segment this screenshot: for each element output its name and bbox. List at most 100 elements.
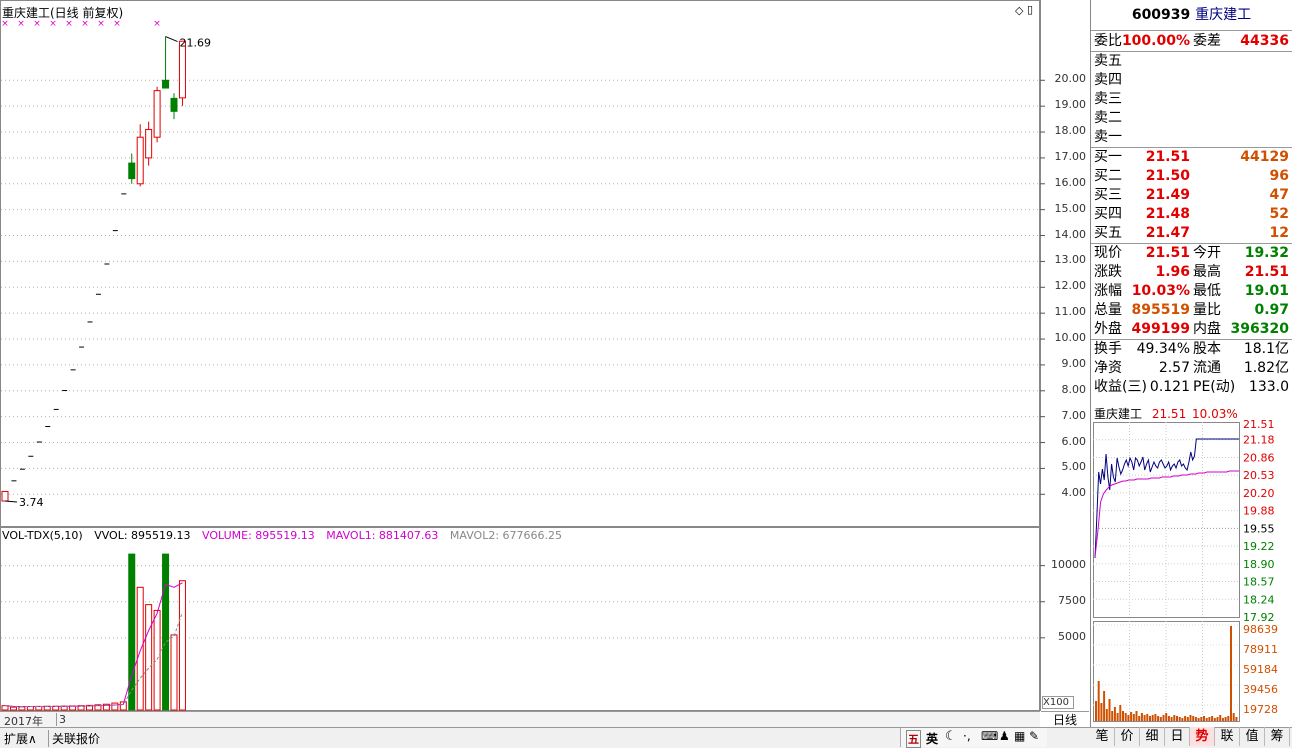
- dot-icon[interactable]: ·,: [963, 729, 971, 743]
- stat-value: 49.34%: [1136, 341, 1190, 357]
- window-toggle-icon[interactable]: ▯: [1027, 3, 1033, 16]
- vol-indicator-name: VOL-TDX(5,10): [2, 529, 83, 542]
- keyboard-icon[interactable]: ⌨: [981, 729, 998, 743]
- intraday-chart[interactable]: 重庆建工 21.51 10.03% 21.51 21.18 20.86 20.53 20…: [1091, 405, 1292, 727]
- buy-level-price: 21.48: [1145, 206, 1190, 222]
- buy-book-row[interactable]: 买二 21.50 96: [1091, 167, 1292, 186]
- intraday-svg: 21.51 21.18 20.86 20.53 20.20 19.88 19.55 19.22…: [1093, 418, 1278, 722]
- intraday-volume-bar: [1143, 715, 1146, 721]
- quote-stat-row: 涨幅 10.03% 最低 19.01: [1091, 282, 1292, 301]
- stat-value: 0.97: [1254, 302, 1289, 318]
- price-axis-tick: 18.00: [1054, 124, 1087, 138]
- wrench-icon[interactable]: ✎: [1029, 729, 1039, 743]
- stat-value: 1.96: [1155, 264, 1190, 280]
- right-tab[interactable]: 日: [1165, 727, 1190, 746]
- intraday-volume-bar: [1165, 713, 1168, 721]
- expand-tab[interactable]: 扩展∧: [4, 730, 37, 747]
- stat-value: 0.121: [1149, 379, 1190, 395]
- volume-legend: VOL-TDX(5,10) VVOL: 895519.13 VOLUME: 89…: [2, 529, 570, 542]
- buy-level-price: 21.51: [1145, 149, 1190, 165]
- intraday-volume-bar: [1216, 717, 1219, 721]
- stats-block-1: 现价 21.51 今开 19.32 涨跌 1.96 最高 21.51 涨幅 10.03% 最低 19.…: [1091, 243, 1292, 339]
- ime-wu-icon[interactable]: 五: [906, 730, 921, 748]
- right-tab[interactable]: 价: [1115, 727, 1140, 746]
- price-axis-tick: 14.00: [1054, 227, 1087, 241]
- stat-value: 10.03%: [1131, 283, 1190, 299]
- ime-english-icon[interactable]: 英: [926, 730, 938, 747]
- right-tab[interactable]: 值: [1240, 727, 1265, 746]
- price-axis-tick: 4.00: [1061, 486, 1087, 500]
- chart-title: 重庆建工(日线 前复权): [2, 6, 124, 20]
- sell-book-row[interactable]: 卖二: [1091, 109, 1292, 128]
- buy-book: 买一 21.51 44129 买二 21.50 96 买三 21.49 47 买四 21.48 52 买…: [1091, 147, 1292, 243]
- right-tabs: 笔价细日势联值筹: [1090, 727, 1292, 747]
- intraday-volume-bar: [1235, 717, 1238, 721]
- intraday-price-tick: 18.90: [1243, 558, 1275, 571]
- stock-code: 600939: [1131, 7, 1191, 23]
- intraday-volume-bar: [1127, 715, 1130, 721]
- buy-book-row[interactable]: 买三 21.49 47: [1091, 186, 1292, 205]
- volume-value: VOLUME: 895519.13: [202, 529, 315, 542]
- sell-book-row[interactable]: 卖三: [1091, 90, 1292, 109]
- weicha-label: 委差: [1193, 33, 1221, 49]
- stats-block-2: 换手 49.34% 股本 18.1亿 净资 2.57 流通 1.82亿 收益(三) 0.121 PE…: [1091, 339, 1292, 397]
- price-axis-tick: 10.00: [1054, 331, 1087, 345]
- price-axis-tick: 9.00: [1061, 356, 1087, 370]
- intraday-volume-tick: 78911: [1243, 643, 1278, 656]
- stat-value: 19.32: [1244, 245, 1289, 261]
- stat-label: 现价: [1094, 245, 1122, 261]
- volume-bar: [145, 604, 153, 711]
- right-tab[interactable]: 联: [1215, 727, 1240, 746]
- candle-body: [136, 136, 144, 185]
- intraday-volume-bar: [1194, 717, 1197, 721]
- quote-stat-row: 现价 21.51 今开 19.32: [1091, 244, 1292, 263]
- sell-level-label: 卖五: [1094, 53, 1122, 69]
- kline-chart[interactable]: × × × × × × × × ×21.693.74: [0, 0, 1090, 727]
- price-axis-tick: 6.00: [1061, 434, 1087, 448]
- grid-icon[interactable]: ▦: [1014, 729, 1025, 743]
- right-tab[interactable]: 势: [1190, 727, 1215, 746]
- buy-book-row[interactable]: 买一 21.51 44129: [1091, 148, 1292, 167]
- intraday-volume-bar: [1162, 715, 1165, 721]
- related-quote-tab[interactable]: 关联报价: [48, 730, 100, 747]
- intraday-volume-bar: [1103, 691, 1106, 721]
- sell-book: 卖五卖四 卖三 卖二 卖一: [1091, 51, 1292, 147]
- date-axis-bar: 2017年 3: [0, 711, 1040, 728]
- quote-stat-row: 外盘 499199 内盘 396320: [1091, 320, 1292, 339]
- period-label[interactable]: 日线: [1041, 711, 1089, 728]
- volume-bar: [136, 586, 144, 711]
- stat-label: 换手: [1094, 341, 1122, 357]
- right-tab[interactable]: 笔: [1090, 727, 1115, 746]
- price-axis-tick: 17.00: [1054, 149, 1087, 163]
- kline-panel[interactable]: × × × × × × × × × 21.69 3.74 重庆建工(日线 前复权) ◇ ▯ 20.0…: [0, 0, 1090, 747]
- stat-label: 总量: [1094, 302, 1122, 318]
- buy-book-row[interactable]: 买五 21.47 12: [1091, 224, 1292, 243]
- quote-panel: 600939 重庆建工 委比 100.00% 委差 44336 卖五 卖四 卖三 卖二…: [1090, 0, 1292, 747]
- stat-value: 18.1亿: [1243, 341, 1289, 357]
- intraday-volume-bar: [1181, 718, 1184, 721]
- sell-book-row[interactable]: 卖四: [1091, 71, 1292, 90]
- sell-book-row[interactable]: 卖一: [1091, 128, 1292, 147]
- volume-bar: [178, 580, 186, 711]
- price-axis-tick: 11.00: [1054, 305, 1087, 319]
- intraday-volume-bar: [1130, 712, 1133, 721]
- stat-value: 2.57: [1158, 360, 1190, 376]
- moon-icon[interactable]: ☾: [945, 729, 957, 744]
- intraday-volume-bar: [1219, 715, 1222, 721]
- right-tab[interactable]: 细: [1140, 727, 1165, 746]
- buy-level-label: 买四: [1094, 206, 1122, 222]
- diamond-icon[interactable]: ◇: [1015, 4, 1023, 17]
- volume-bar: [162, 553, 170, 711]
- volume-bar: [26, 706, 34, 711]
- right-tab[interactable]: 筹: [1265, 727, 1290, 746]
- intraday-volume-bar: [1205, 718, 1208, 721]
- stat-value: 21.51: [1145, 245, 1190, 261]
- buy-book-row[interactable]: 买四 21.48 52: [1091, 205, 1292, 224]
- users-icon[interactable]: ♟: [999, 729, 1010, 743]
- buy-level-price: 21.47: [1145, 225, 1190, 241]
- intraday-volume-bar: [1132, 714, 1135, 721]
- intraday-price-tick: 20.86: [1243, 451, 1275, 464]
- sell-book-row[interactable]: 卖五: [1091, 52, 1292, 71]
- stat-label: 内盘: [1193, 321, 1221, 337]
- buy-level-volume: 12: [1269, 225, 1289, 241]
